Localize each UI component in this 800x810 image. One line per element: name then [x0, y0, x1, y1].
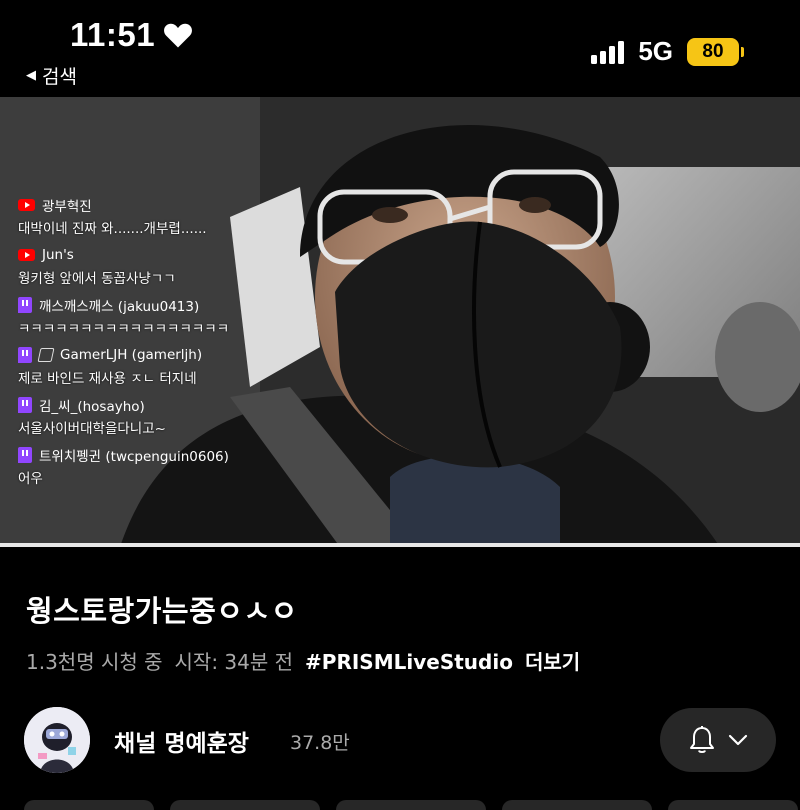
youtube-icon	[18, 199, 35, 211]
bell-icon	[690, 726, 714, 753]
hashtag-link[interactable]: #PRISMLiveStudio	[305, 650, 513, 674]
notification-button[interactable]	[660, 708, 776, 772]
subscriber-badge-icon	[37, 348, 55, 362]
chat-text: 어우	[18, 471, 43, 487]
chat-user: Jun's	[42, 247, 74, 263]
action-chip[interactable]	[668, 800, 798, 810]
chat-message: 트위치펭귄 (twcpenguin0606) 어우	[18, 445, 248, 487]
chat-text: 서울사이버대학을다니고~	[18, 421, 166, 437]
twitch-icon	[18, 297, 32, 313]
video-progress-bar[interactable]	[0, 543, 800, 547]
back-label: 검색	[42, 66, 77, 88]
chat-message: 깨스깨스깨스 (jakuu0413) ㅋㅋㅋㅋㅋㅋㅋㅋㅋㅋㅋㅋㅋㅋㅋㅋㅋ	[18, 295, 248, 337]
chat-message: 김_씨_(hosayho) 서울사이버대학을다니고~	[18, 395, 248, 437]
live-stream-page: 11:51 ◀ 검색 5G 80 광부혁진 대박이네 진짜 와.......개부…	[0, 0, 800, 810]
clock-text: 11:51	[70, 16, 156, 53]
video-meta: 1.3천명 시청 중 시작: 34분 전 #PRISMLiveStudio 더보…	[26, 646, 580, 675]
battery-level: 80	[687, 37, 739, 66]
chat-text: 제로 바인드 재사용 ㅈㄴ 터지네	[18, 371, 197, 387]
video-progress-fill	[0, 543, 800, 547]
chat-user: 김_씨_(hosayho)	[39, 399, 145, 415]
action-chip[interactable]	[24, 800, 154, 810]
chat-message: GamerLJH (gamerljh) 제로 바인드 재사용 ㅈㄴ 터지네	[18, 345, 248, 387]
chat-message: 광부혁진 대박이네 진짜 와.......개부렵......	[18, 195, 248, 237]
twitch-icon	[18, 447, 32, 463]
action-chips-row	[0, 800, 800, 810]
more-button[interactable]: 더보기	[525, 646, 580, 675]
twitch-icon	[18, 347, 32, 363]
avatar-image	[24, 707, 90, 773]
twitch-icon	[18, 397, 32, 413]
subscriber-count: 37.8만	[290, 732, 350, 754]
chat-text: ㅋㅋㅋㅋㅋㅋㅋㅋㅋㅋㅋㅋㅋㅋㅋㅋㅋ	[18, 321, 230, 337]
action-chip[interactable]	[170, 800, 320, 810]
live-chat-overlay: 광부혁진 대박이네 진짜 와.......개부렵...... Jun's 웡키형…	[18, 195, 248, 495]
chat-text: 대박이네 진짜 와.......개부렵......	[18, 221, 207, 237]
back-to-search-link[interactable]: ◀ 검색	[26, 62, 77, 89]
chat-message: Jun's 웡키형 앞에서 동꼽사냥ㄱㄱ	[18, 245, 248, 287]
chat-user: 트위치펭귄 (twcpenguin0606)	[39, 449, 229, 465]
signal-icon	[591, 40, 625, 64]
chat-user: 광부혁진	[42, 199, 92, 215]
heart-icon	[164, 23, 193, 48]
chevron-down-icon	[728, 734, 748, 746]
back-arrow-icon: ◀	[26, 68, 36, 83]
chat-user: 깨스깨스깨스 (jakuu0413)	[39, 299, 200, 315]
chat-user: GamerLJH (gamerljh)	[60, 347, 203, 363]
viewer-count: 1.3천명 시청 중	[26, 650, 163, 674]
video-player[interactable]: 광부혁진 대박이네 진짜 와.......개부렵...... Jun's 웡키형…	[0, 97, 800, 547]
battery-icon: 80	[687, 37, 744, 66]
channel-name[interactable]: 채널 명예훈장	[114, 724, 249, 758]
start-time: 시작: 34분 전	[174, 650, 294, 674]
status-time: 11:51	[70, 16, 193, 54]
youtube-icon	[18, 249, 35, 261]
video-title: 웡스토랑가는중ㅇㅅㅇ	[26, 594, 298, 628]
network-type: 5G	[638, 36, 673, 66]
status-indicators: 5G 80	[591, 36, 744, 67]
action-chip[interactable]	[336, 800, 486, 810]
chat-text: 웡키형 앞에서 동꼽사냥ㄱㄱ	[18, 271, 176, 287]
action-chip[interactable]	[502, 800, 652, 810]
channel-avatar[interactable]	[24, 707, 90, 773]
